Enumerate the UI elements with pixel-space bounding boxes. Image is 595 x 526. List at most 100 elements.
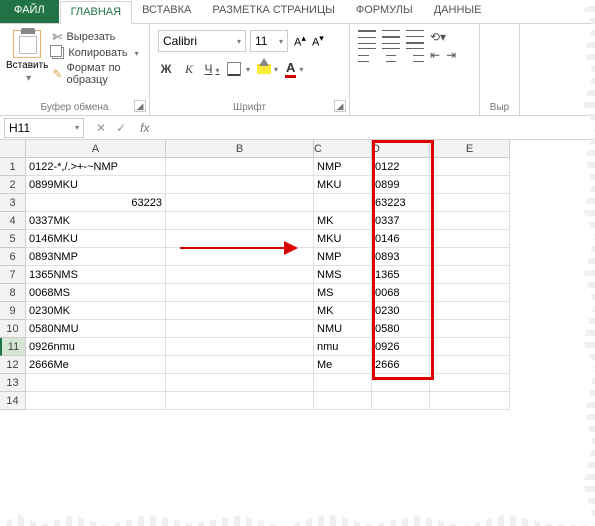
cell[interactable]: 1365NMS (26, 266, 166, 284)
cell[interactable] (430, 356, 510, 374)
cell[interactable]: NMP (314, 158, 372, 176)
tab-data[interactable]: ДАННЫЕ (424, 0, 493, 23)
shrink-font-button[interactable]: A▾ (310, 31, 326, 51)
select-all-corner[interactable] (0, 140, 26, 158)
row-header[interactable]: 5 (0, 230, 26, 248)
cell[interactable]: 0893NMP (26, 248, 166, 266)
cell[interactable]: NMU (314, 320, 372, 338)
decrease-indent-button[interactable]: ⇤ (430, 48, 440, 62)
col-header-e[interactable]: E (430, 140, 510, 158)
cell[interactable]: MKU (314, 176, 372, 194)
cell[interactable] (166, 356, 314, 374)
cell[interactable] (430, 302, 510, 320)
align-bottom-button[interactable] (406, 30, 424, 44)
cell[interactable] (314, 392, 372, 410)
cell[interactable]: 0230 (372, 302, 430, 320)
row-header[interactable]: 9 (0, 302, 26, 320)
cell[interactable] (430, 212, 510, 230)
grow-font-button[interactable]: A▴ (292, 31, 308, 51)
cell[interactable] (166, 248, 314, 266)
cell[interactable]: 0926 (372, 338, 430, 356)
cell[interactable]: NMS (314, 266, 372, 284)
cell[interactable]: MK (314, 302, 372, 320)
cell[interactable] (166, 158, 314, 176)
row-header[interactable]: 6 (0, 248, 26, 266)
col-header-b[interactable]: B (166, 140, 314, 158)
row-header[interactable]: 1 (0, 158, 26, 176)
accept-formula-button[interactable]: ✓ (116, 121, 126, 135)
cell[interactable] (166, 212, 314, 230)
row-header[interactable]: 14 (0, 392, 26, 410)
cell[interactable]: 0580NMU (26, 320, 166, 338)
row-header[interactable]: 12 (0, 356, 26, 374)
cell[interactable]: 0122 (372, 158, 430, 176)
cell[interactable]: 2666 (372, 356, 430, 374)
row-header[interactable]: 4 (0, 212, 26, 230)
cell[interactable]: 0337MK (26, 212, 166, 230)
cell[interactable]: MKU (314, 230, 372, 248)
cell[interactable] (26, 392, 166, 410)
cell[interactable] (166, 338, 314, 356)
cell[interactable] (166, 176, 314, 194)
align-left-button[interactable] (358, 48, 376, 62)
border-button[interactable]: ▾ (227, 62, 250, 76)
name-box[interactable]: H11 ▾ (4, 118, 84, 138)
font-color-button[interactable]: А▾ (285, 60, 303, 78)
font-name-select[interactable]: Calibri ▾ (158, 30, 246, 52)
cell[interactable] (166, 194, 314, 212)
row-header[interactable]: 13 (0, 374, 26, 392)
cell[interactable]: 0926nmu (26, 338, 166, 356)
cell[interactable] (26, 374, 166, 392)
align-center-button[interactable] (382, 48, 400, 62)
cell[interactable] (166, 230, 314, 248)
cell[interactable] (430, 176, 510, 194)
cell[interactable] (166, 266, 314, 284)
cell[interactable] (314, 374, 372, 392)
italic-button[interactable]: К (181, 62, 197, 77)
cell[interactable]: 0068MS (26, 284, 166, 302)
fx-icon[interactable]: fx (134, 121, 155, 135)
cell[interactable]: MK (314, 212, 372, 230)
cell[interactable]: 0899 (372, 176, 430, 194)
tab-home[interactable]: ГЛАВНАЯ (60, 1, 132, 24)
cell[interactable] (430, 374, 510, 392)
cell[interactable] (372, 392, 430, 410)
tab-formulas[interactable]: ФОРМУЛЫ (346, 0, 424, 23)
cell[interactable]: Me (314, 356, 372, 374)
cell[interactable] (314, 194, 372, 212)
row-header[interactable]: 8 (0, 284, 26, 302)
cell[interactable] (430, 284, 510, 302)
cell[interactable] (166, 302, 314, 320)
cell[interactable]: 63223 (372, 194, 430, 212)
align-right-button[interactable] (406, 48, 424, 62)
cell[interactable]: 63223 (26, 194, 166, 212)
cell[interactable] (166, 284, 314, 302)
cell[interactable]: 0230MK (26, 302, 166, 320)
cell[interactable] (430, 194, 510, 212)
col-header-d[interactable]: D (372, 140, 430, 158)
tab-insert[interactable]: ВСТАВКА (132, 0, 202, 23)
cell[interactable]: 0068 (372, 284, 430, 302)
cell[interactable] (372, 374, 430, 392)
tab-page-layout[interactable]: РАЗМЕТКА СТРАНИЦЫ (202, 0, 345, 23)
cell[interactable]: 0122-*,/.>+-~NMP (26, 158, 166, 176)
row-header[interactable]: 2 (0, 176, 26, 194)
dialog-launcher-icon[interactable]: ◢ (334, 100, 346, 112)
dialog-launcher-icon[interactable]: ◢ (134, 100, 146, 112)
cell[interactable]: 0899MKU (26, 176, 166, 194)
cell[interactable]: MS (314, 284, 372, 302)
col-header-a[interactable]: A (26, 140, 166, 158)
row-header[interactable]: 11 (0, 338, 26, 356)
cell[interactable]: nmu (314, 338, 372, 356)
cut-button[interactable]: ✄ Вырезать (52, 30, 143, 44)
align-middle-button[interactable] (382, 30, 400, 44)
font-size-select[interactable]: 11 ▾ (250, 30, 288, 52)
cell[interactable] (430, 320, 510, 338)
cell[interactable]: NMP (314, 248, 372, 266)
row-header[interactable]: 3 (0, 194, 26, 212)
paste-button[interactable]: Вставить ▾ (6, 26, 48, 96)
cell[interactable] (166, 392, 314, 410)
cell[interactable] (430, 230, 510, 248)
row-header[interactable]: 7 (0, 266, 26, 284)
orientation-button[interactable]: ⟲▾ (430, 30, 446, 44)
